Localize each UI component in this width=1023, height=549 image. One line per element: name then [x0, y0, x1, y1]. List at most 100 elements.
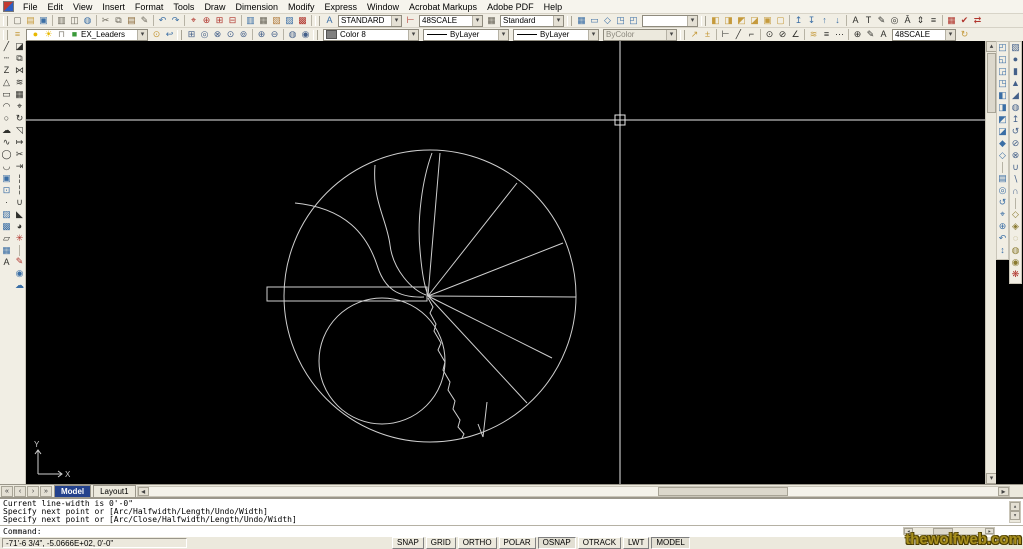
fillet-icon[interactable]: ◕	[13, 221, 26, 233]
add-to-working-set-icon[interactable]: ◨	[722, 15, 735, 27]
toolbar-grip[interactable]	[177, 30, 182, 40]
refedit-discard-icon[interactable]: ▢	[774, 15, 787, 27]
insert-block-icon[interactable]: ▣	[0, 173, 13, 185]
ellipse-arc-icon[interactable]: ◡	[0, 161, 13, 173]
erase-icon[interactable]: ◪	[13, 41, 26, 53]
layer-translator-icon[interactable]: ⇄	[971, 15, 984, 27]
section-icon[interactable]: ⊗	[1009, 150, 1022, 162]
dropdown-arrow-icon[interactable]: ▾	[945, 30, 955, 40]
zoom-center-icon[interactable]: ⊙	[224, 29, 237, 41]
break-icon[interactable]: ╎	[13, 185, 26, 197]
menu-item-modify[interactable]: Modify	[283, 2, 320, 12]
menu-item-view[interactable]: View	[68, 2, 97, 12]
shade-flat-icon[interactable]: ◍	[1009, 245, 1022, 257]
baseline-dimension-icon[interactable]: ≡	[820, 29, 833, 41]
viewport-scale-combo[interactable]: ▾	[642, 15, 698, 27]
3d-zoom-icon[interactable]: ⊕	[996, 221, 1009, 233]
tab-nav-last[interactable]: »	[40, 486, 52, 497]
dropdown-arrow-icon[interactable]: ▾	[687, 16, 697, 26]
make-object-layer-current-icon[interactable]: ⊙	[150, 29, 163, 41]
dim-style-manager-icon[interactable]: ⊢	[404, 15, 417, 27]
markup-stamp-icon[interactable]: ◉	[13, 268, 26, 280]
stretch-icon[interactable]: ↦	[13, 137, 26, 149]
intersect-icon[interactable]: ∩	[1009, 186, 1022, 198]
extrude-icon[interactable]: ↥	[1009, 114, 1022, 126]
view-se-isometric-icon[interactable]: ◪	[996, 126, 1009, 138]
dropdown-arrow-icon[interactable]: ▾	[472, 16, 482, 26]
publish-icon[interactable]: ◍	[81, 15, 94, 27]
zoom-all-icon[interactable]: ◍	[286, 29, 299, 41]
move-icon[interactable]: ⌖	[13, 101, 26, 113]
zoom-scale-icon[interactable]: ⊗	[211, 29, 224, 41]
vertical-scrollbar[interactable]: ▴ ▾	[985, 41, 996, 484]
viewports-dialog-icon[interactable]: ▦	[575, 15, 588, 27]
chamfer-icon[interactable]: ◣	[13, 209, 26, 221]
status-toggle-ortho[interactable]: ORTHO	[458, 537, 497, 549]
multiline-text-draw-icon[interactable]: A	[0, 257, 13, 269]
view-ne-isometric-icon[interactable]: ◆	[996, 138, 1009, 150]
3d-continuous-orbit-icon[interactable]: ↺	[996, 197, 1009, 209]
table-style-manager-icon[interactable]: ▦	[485, 15, 498, 27]
polygon-icon[interactable]: △	[0, 77, 13, 89]
status-toggle-polar[interactable]: POLAR	[499, 537, 536, 549]
toolbar-grip[interactable]	[701, 16, 706, 26]
qnew-icon[interactable]: ▢	[11, 15, 24, 27]
solid-cone-icon[interactable]: ▲	[1009, 78, 1022, 90]
rectangle-icon[interactable]: ▭	[0, 89, 13, 101]
zoom-out-icon[interactable]: ⊖	[268, 29, 281, 41]
menu-item-file[interactable]: File	[18, 2, 43, 12]
named-views-icon[interactable]: ▤	[996, 173, 1009, 185]
view-nw-isometric-icon[interactable]: ◇	[996, 150, 1009, 162]
bring-above-objects-icon[interactable]: ↑	[818, 15, 831, 27]
tab-nav-previous[interactable]: ‹	[14, 486, 26, 497]
clip-existing-viewport-icon[interactable]: ◰	[627, 15, 640, 27]
circle-icon[interactable]: ○	[0, 113, 13, 125]
toolbar-grip[interactable]	[567, 16, 572, 26]
layer-combo[interactable]: ●☀⊓■ EX_Leaders ▾	[26, 29, 148, 41]
shade-hidden-icon[interactable]: ◌	[1009, 233, 1022, 245]
zoom-window-icon[interactable]: ⊞	[185, 29, 198, 41]
status-toggle-model[interactable]: MODEL	[651, 537, 689, 549]
toolbar-grip[interactable]	[3, 30, 8, 40]
center-mark-icon[interactable]: ⊕	[851, 29, 864, 41]
dropdown-arrow-icon[interactable]: ▾	[137, 30, 147, 40]
send-to-back-icon[interactable]: ↧	[805, 15, 818, 27]
status-toggle-otrack[interactable]: OTRACK	[578, 537, 621, 549]
menu-item-acrobat-markups[interactable]: Acrobat Markups	[404, 2, 482, 12]
paste-icon[interactable]: ▤	[125, 15, 138, 27]
diameter-dimension-icon[interactable]: ⊘	[776, 29, 789, 41]
view-right-icon[interactable]: ◳	[996, 78, 1009, 90]
revision-cloud-icon[interactable]: ☁	[0, 125, 13, 137]
layer-properties-manager-icon[interactable]: ≡	[11, 29, 24, 41]
tab-layout1[interactable]: Layout1	[93, 485, 135, 498]
open-icon[interactable]: ▤	[24, 15, 37, 27]
linear-dimension-icon[interactable]: ⊢	[719, 29, 732, 41]
continue-dimension-icon[interactable]: ⋯	[833, 29, 846, 41]
shade-2d-wireframe-icon[interactable]: ◇	[1009, 209, 1022, 221]
offset-icon[interactable]: ≋	[13, 77, 26, 89]
scroll-right-arrow[interactable]: ▸	[998, 487, 1009, 496]
solid-cylinder-icon[interactable]: ▮	[1009, 66, 1022, 78]
spline-icon[interactable]: ∿	[0, 137, 13, 149]
convert-object-to-viewport-icon[interactable]: ◳	[614, 15, 627, 27]
extend-icon[interactable]: ⇥	[13, 161, 26, 173]
dimension-edit-icon[interactable]: ✎	[864, 29, 877, 41]
render-icon[interactable]: ❋	[1009, 269, 1022, 281]
solid-box-icon[interactable]: ▧	[1009, 42, 1022, 54]
layer-color-swatch-icon[interactable]: ■	[68, 29, 81, 41]
multiline-text-icon[interactable]: A	[849, 15, 862, 27]
configure-standards-icon[interactable]: ▦	[945, 15, 958, 27]
menu-item-draw[interactable]: Draw	[199, 2, 230, 12]
command-scroll-down-arrow[interactable]: ▾	[1010, 511, 1020, 520]
text-style-icon[interactable]: Â	[901, 15, 914, 27]
status-toggle-snap[interactable]: SNAP	[392, 537, 424, 549]
menu-item-format[interactable]: Format	[130, 2, 169, 12]
match-properties-icon[interactable]: ✎	[138, 15, 151, 27]
menu-item-express[interactable]: Express	[320, 2, 363, 12]
dropdown-arrow-icon[interactable]: ▾	[391, 16, 401, 26]
scale-text-icon[interactable]: ⇕	[914, 15, 927, 27]
toolbar-grip[interactable]	[313, 30, 318, 40]
dimension-text-edit-icon[interactable]: A	[877, 29, 890, 41]
3d-adjust-distance-icon[interactable]: ↕	[996, 245, 1009, 257]
vertical-scroll-thumb[interactable]	[987, 53, 996, 113]
